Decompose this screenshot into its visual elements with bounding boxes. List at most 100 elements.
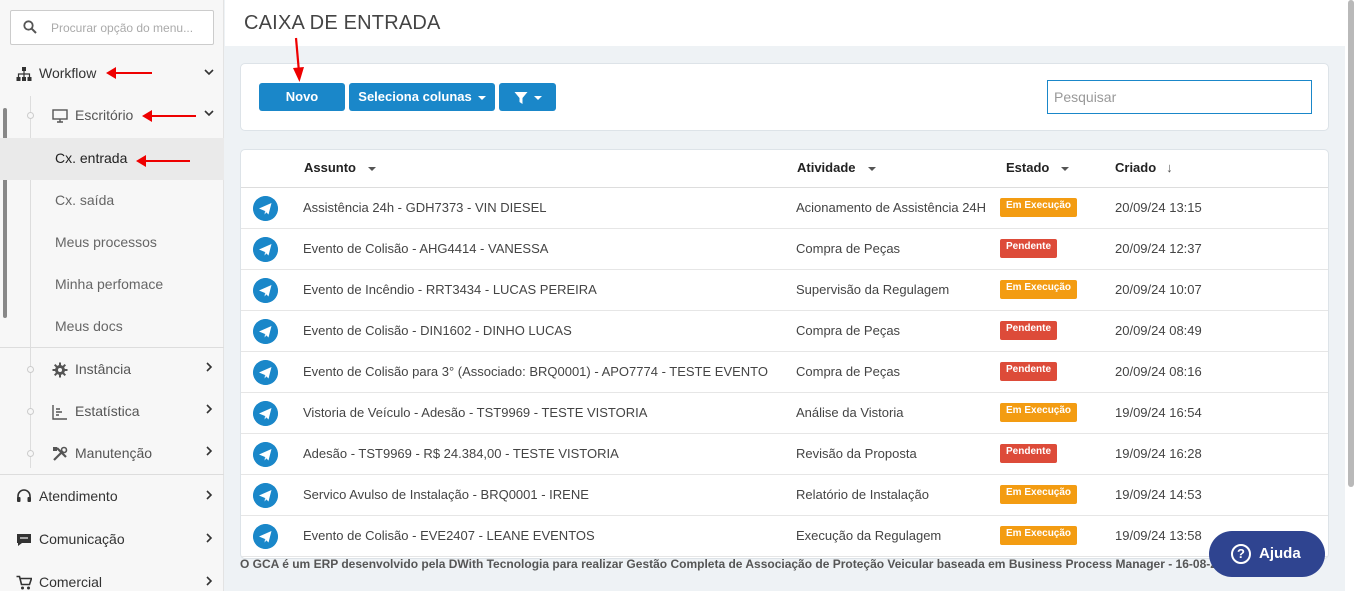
col-header-label: Assunto (304, 160, 356, 175)
search-input[interactable] (1047, 80, 1312, 114)
cell-atividade: Relatório de Instalação (796, 487, 929, 502)
sitemap-icon (16, 67, 32, 81)
col-header-atividade[interactable]: Atividade (797, 160, 876, 175)
caret-down-icon[interactable] (1061, 166, 1070, 171)
tools-icon (53, 446, 68, 461)
sort-down-icon[interactable]: ↓ (1166, 160, 1173, 175)
cell-assunto: Servico Avulso de Instalação - BRQ0001 -… (303, 487, 589, 502)
menu-search-placeholder: Procurar opção do menu... (51, 21, 194, 35)
sidebar-item-label: Meus processos (55, 234, 157, 250)
caret-down-icon[interactable] (368, 166, 376, 171)
cell-atividade: Acionamento de Assistência 24H (796, 200, 987, 215)
tree-dot (27, 408, 34, 415)
sidebar-item-cx-saida[interactable]: Cx. saída (0, 180, 224, 222)
sidebar-item-label: Estatística (75, 403, 140, 419)
chevron-right-icon (206, 446, 213, 456)
col-header-estado[interactable]: Estado (1006, 160, 1070, 175)
table-row[interactable]: Adesão - TST9969 - R$ 24.384,00 - TESTE … (241, 434, 1328, 475)
cell-assunto: Adesão - TST9969 - R$ 24.384,00 - TESTE … (303, 446, 619, 461)
comment-icon (17, 534, 31, 546)
help-button-label: Ajuda (1259, 545, 1301, 562)
scrollbar-thumb[interactable] (1348, 0, 1354, 487)
paper-plane-icon[interactable] (253, 442, 278, 467)
sidebar-item-meus-processos[interactable]: Meus processos (0, 222, 224, 264)
cell-atividade: Supervisão da Regulagem (796, 282, 950, 297)
caret-down-icon[interactable] (867, 166, 876, 171)
sidebar-item-cx-entrada[interactable]: Cx. entrada (0, 138, 224, 180)
divider (0, 474, 224, 475)
divider (0, 347, 224, 348)
status-badge: Em Execução (1000, 198, 1078, 217)
cell-criado: 20/09/24 12:37 (1115, 241, 1202, 256)
sidebar-item-estatistica[interactable]: Estatística (0, 391, 224, 433)
chart-icon (52, 405, 67, 420)
page-title: CAIXA DE ENTRADA (244, 12, 441, 34)
novo-button[interactable]: Novo (259, 83, 345, 111)
help-button[interactable]: ? Ajuda (1209, 531, 1325, 577)
table-row[interactable]: Evento de Incêndio - RRT3434 - LUCAS PER… (241, 270, 1328, 311)
paper-plane-icon[interactable] (253, 237, 278, 262)
cell-assunto: Evento de Colisão - AHG4414 - VANESSA (303, 241, 549, 256)
paper-plane-icon[interactable] (253, 319, 278, 344)
sidebar-item-label: Manutenção (75, 445, 153, 461)
table-row[interactable]: Evento de Colisão para 3° (Associado: BR… (241, 352, 1328, 393)
cell-criado: 19/09/24 16:54 (1115, 405, 1202, 420)
table-row[interactable]: Servico Avulso de Instalação - BRQ0001 -… (241, 475, 1328, 516)
menu-search-box[interactable]: Procurar opção do menu... (10, 10, 214, 45)
cell-atividade: Compra de Peças (796, 364, 901, 379)
col-header-label: Criado (1115, 160, 1157, 175)
annotation-arrow (293, 37, 304, 82)
page-scrollbar[interactable] (1345, 0, 1359, 591)
toolbar-card: Novo Seleciona colunas (240, 63, 1329, 131)
sidebar-item-label: Atendimento (39, 488, 118, 504)
col-header-criado[interactable]: Criado ↓ (1115, 160, 1173, 175)
tree-dot (27, 112, 34, 119)
sidebar-item-comunicacao[interactable]: Comunicação (0, 520, 224, 560)
cell-assunto: Evento de Incêndio - RRT3434 - LUCAS PER… (303, 282, 597, 297)
table-row[interactable]: Evento de Colisão - EVE2407 - LEANE EVEN… (241, 516, 1328, 557)
sidebar-item-atendimento[interactable]: Atendimento (0, 477, 224, 517)
sidebar-item-manutencao[interactable]: Manutenção (0, 433, 224, 475)
sidebar-item-minha-perfomace[interactable]: Minha perfomace (0, 264, 224, 306)
status-badge: Em Execução (1000, 485, 1078, 504)
sidebar-item-label: Cx. saída (55, 192, 115, 208)
chevron-right-icon (206, 576, 213, 586)
table-row[interactable]: Evento de Colisão - DIN1602 - DINHO LUCA… (241, 311, 1328, 352)
cell-criado: 19/09/24 16:28 (1115, 446, 1202, 461)
annotation-arrow (142, 110, 196, 122)
cell-atividade: Compra de Peças (796, 323, 901, 338)
cell-assunto: Evento de Colisão - DIN1602 - DINHO LUCA… (303, 323, 572, 338)
sidebar-item-label: Comunicação (39, 531, 125, 547)
caret-down-icon (477, 95, 486, 100)
cell-criado: 19/09/24 14:53 (1115, 487, 1202, 502)
desktop-icon (52, 109, 68, 123)
seleciona-colunas-label: Seleciona colunas (358, 89, 472, 104)
sidebar-item-meus-docs[interactable]: Meus docs (0, 306, 224, 348)
cell-assunto: Assistência 24h - GDH7373 - VIN DIESEL (303, 200, 547, 215)
cell-criado: 20/09/24 10:07 (1115, 282, 1202, 297)
table-row[interactable]: Evento de Colisão - AHG4414 - VANESSA Com… (241, 229, 1328, 270)
table-row[interactable]: Assistência 24h - GDH7373 - VIN DIESEL Ac… (241, 188, 1328, 229)
sidebar: Procurar opção do menu... Workflow Escri… (0, 0, 224, 591)
col-header-assunto[interactable]: Assunto (304, 160, 376, 175)
col-header-label: Atividade (797, 160, 856, 175)
sidebar-item-label: Meus docs (55, 318, 123, 334)
cell-atividade: Compra de Peças (796, 241, 901, 256)
sidebar-item-label: Comercial (39, 574, 103, 590)
sidebar-item-label: Workflow (39, 65, 97, 81)
paper-plane-icon[interactable] (253, 278, 278, 303)
sidebar-item-label: Instância (75, 361, 132, 377)
filter-button[interactable] (499, 83, 556, 111)
paper-plane-icon[interactable] (253, 360, 278, 385)
paper-plane-icon[interactable] (253, 401, 278, 426)
sidebar-item-instancia[interactable]: Instância (0, 349, 224, 391)
paper-plane-icon[interactable] (253, 524, 278, 549)
sidebar-item-comercial[interactable]: Comercial (0, 563, 224, 591)
paper-plane-icon[interactable] (253, 196, 278, 221)
cell-atividade: Execução da Regulagem (796, 528, 942, 543)
table-row[interactable]: Vistoria de Veículo - Adesão - TST9969 -… (241, 393, 1328, 434)
paper-plane-icon[interactable] (253, 483, 278, 508)
seleciona-colunas-button[interactable]: Seleciona colunas (349, 83, 495, 111)
cart-icon (16, 575, 32, 590)
col-header-label: Estado (1006, 160, 1050, 175)
